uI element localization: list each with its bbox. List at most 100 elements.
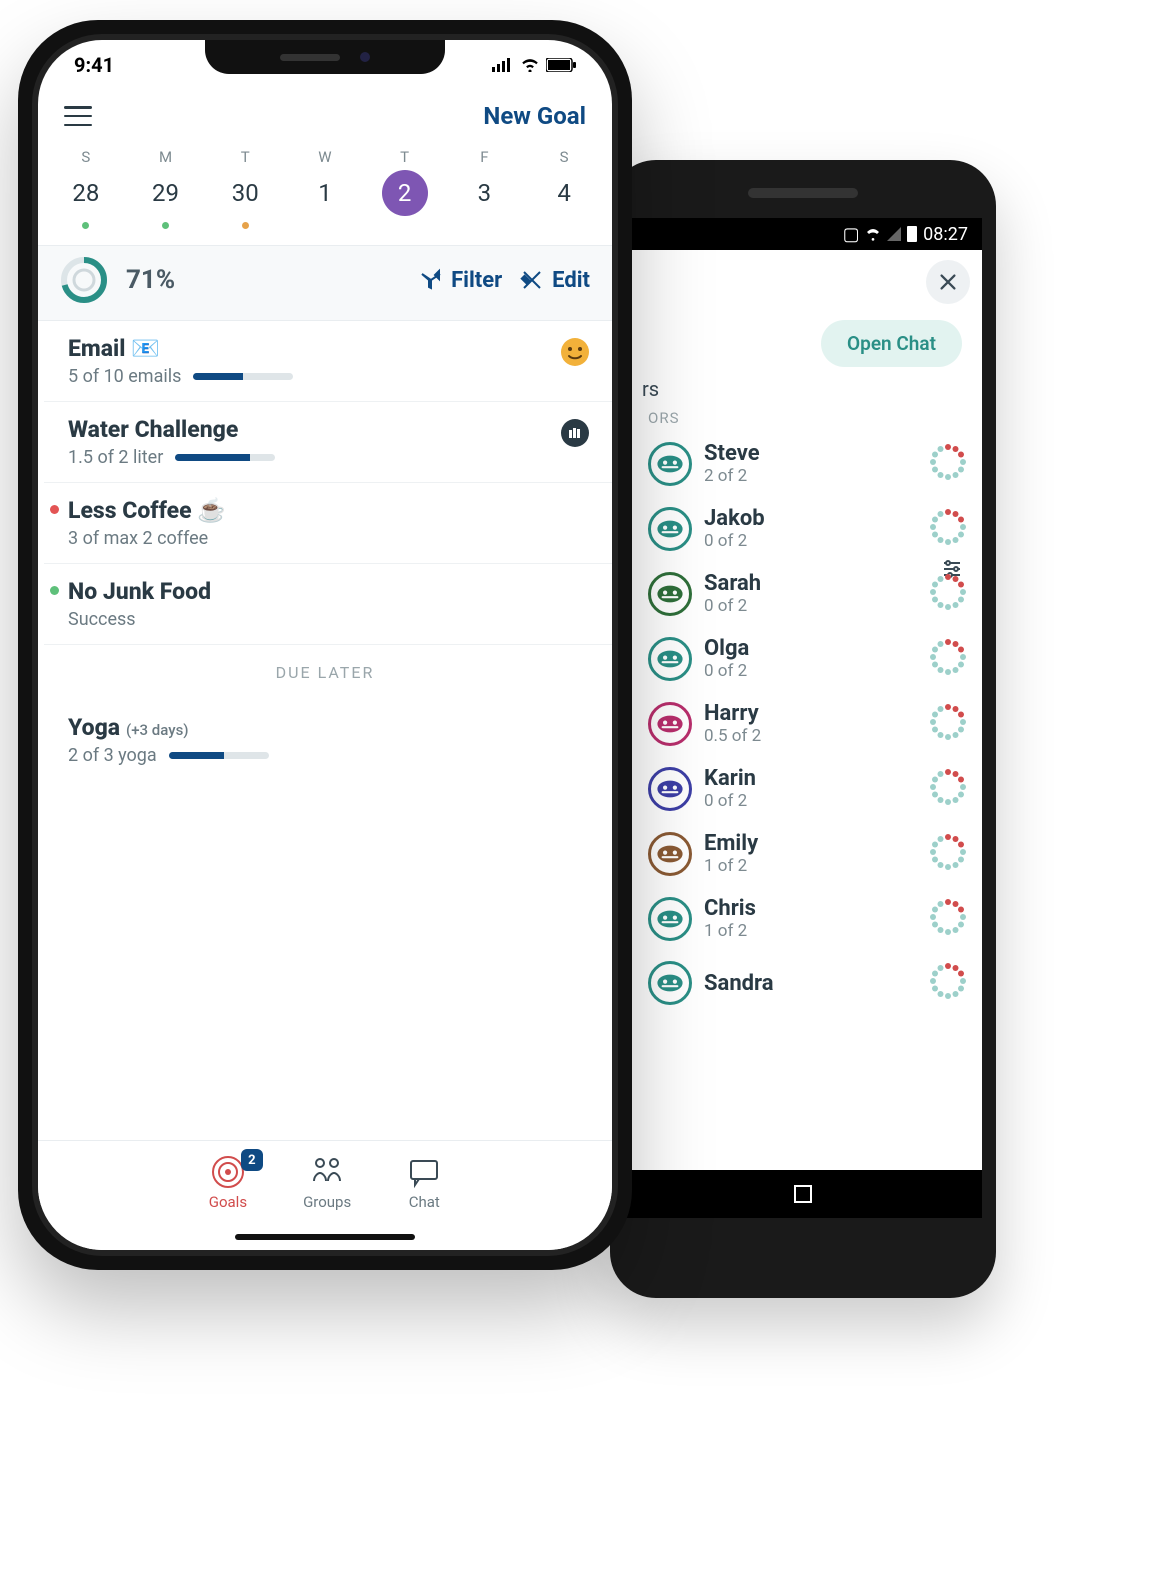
later-list: Yoga(+3 days) 2 of 3 yoga xyxy=(38,700,612,780)
member-name: Olga xyxy=(704,636,749,661)
member-name: Karin xyxy=(704,766,756,791)
section-header: ORS xyxy=(642,401,964,433)
status-dot xyxy=(50,424,59,433)
android-statusbar: ▢ 08:27 xyxy=(624,218,982,250)
progress-bar xyxy=(175,454,275,461)
avatar-icon xyxy=(648,897,692,941)
gauge-icon xyxy=(928,442,968,486)
member-name: Emily xyxy=(704,831,758,856)
gauge-icon xyxy=(928,767,968,811)
wifi-icon xyxy=(865,226,881,242)
avatar-icon xyxy=(648,832,692,876)
signal-icon xyxy=(887,227,901,241)
avatar-icon xyxy=(648,702,692,746)
menu-icon[interactable] xyxy=(64,106,92,126)
progress-percent: 71% xyxy=(126,265,401,295)
goal-sub: 2 of 3 yoga xyxy=(68,745,592,766)
goal-sub: 1.5 of 2 liter xyxy=(68,447,592,468)
home-indicator xyxy=(235,1234,415,1240)
groups-icon xyxy=(310,1155,344,1189)
fist-icon xyxy=(560,418,590,448)
member-name: Sandra xyxy=(704,971,774,996)
iphone-screen: 9:41 New Goal S28M29T30W1T2F3S4 71% Filt… xyxy=(38,40,612,1250)
member-row[interactable]: Olga0 of 2 xyxy=(642,628,964,693)
progress-bar xyxy=(169,752,269,759)
member-name: Sarah xyxy=(704,571,761,596)
android-overview-icon[interactable] xyxy=(794,1185,812,1203)
chat-icon xyxy=(407,1155,441,1189)
edit-button[interactable]: Edit xyxy=(520,268,590,293)
day-cell[interactable]: T2 xyxy=(373,148,437,229)
day-cell[interactable]: W1 xyxy=(293,148,357,229)
android-navbar xyxy=(624,1170,982,1218)
member-row[interactable]: Sandra xyxy=(642,953,964,1017)
avatar-icon xyxy=(648,961,692,1005)
progress-bar xyxy=(193,373,293,380)
member-name: Chris xyxy=(704,896,756,921)
member-name: Jakob xyxy=(704,506,765,531)
signal-icon xyxy=(492,53,514,77)
status-dot xyxy=(50,505,59,514)
week-strip: S28M29T30W1T2F3S4 xyxy=(38,144,612,245)
gauge-icon xyxy=(928,702,968,746)
goal-sub: 5 of 10 emails xyxy=(68,366,592,387)
member-name: Harry xyxy=(704,701,761,726)
goal-item[interactable]: Water Challenge 1.5 of 2 liter xyxy=(44,402,612,483)
day-cell[interactable]: S28 xyxy=(54,148,118,229)
member-sub: 2 of 2 xyxy=(704,466,760,486)
member-sub: 0.5 of 2 xyxy=(704,726,761,746)
gauge-icon xyxy=(928,507,968,551)
smile-icon xyxy=(560,337,590,367)
notch xyxy=(205,40,445,74)
goal-sub: 3 of max 2 coffee xyxy=(68,528,592,549)
member-row[interactable]: Steve2 of 2 xyxy=(642,433,964,498)
member-row[interactable]: Jakob0 of 2 xyxy=(642,498,964,563)
vibrate-icon: ▢ xyxy=(843,226,859,242)
gauge-icon xyxy=(928,961,968,1005)
goal-item[interactable]: Yoga(+3 days) 2 of 3 yoga xyxy=(44,700,612,780)
new-goal-button[interactable]: New Goal xyxy=(483,102,586,130)
avatar-icon xyxy=(648,442,692,486)
goal-title: Less Coffee ☕ xyxy=(68,497,592,524)
filter-button[interactable]: Filter xyxy=(419,268,502,293)
gauge-icon xyxy=(928,637,968,681)
member-name: Steve xyxy=(704,441,760,466)
status-time: 08:27 xyxy=(923,224,968,245)
wifi-icon xyxy=(520,53,540,77)
status-dot xyxy=(50,586,59,595)
goal-title: No Junk Food xyxy=(68,578,592,605)
gauge-icon xyxy=(928,832,968,876)
member-sub: 1 of 2 xyxy=(704,921,756,941)
goal-sub: Success xyxy=(68,609,592,630)
day-cell[interactable]: T30 xyxy=(213,148,277,229)
target-icon: 2 xyxy=(211,1155,245,1189)
avatar-icon xyxy=(648,637,692,681)
goal-item[interactable]: No Junk Food Success xyxy=(44,564,612,645)
android-screen: ▢ 08:27 Open Chat rs ORS Steve2 of 2Jako… xyxy=(624,218,982,1218)
member-row[interactable]: Sarah0 of 2 xyxy=(642,563,964,628)
ios-time: 9:41 xyxy=(74,53,114,77)
progress-ring-icon xyxy=(60,256,108,304)
android-phone-frame: ▢ 08:27 Open Chat rs ORS Steve2 of 2Jako… xyxy=(610,160,996,1298)
avatar-icon xyxy=(648,767,692,811)
member-sub: 0 of 2 xyxy=(704,531,765,551)
toolbar: 71% Filter Edit xyxy=(38,245,612,321)
member-sub: 0 of 2 xyxy=(704,791,756,811)
goal-title: Yoga(+3 days) xyxy=(68,714,592,741)
member-sub: 0 of 2 xyxy=(704,661,749,681)
day-cell[interactable]: S4 xyxy=(532,148,596,229)
member-row[interactable]: Karin0 of 2 xyxy=(642,758,964,823)
day-cell[interactable]: M29 xyxy=(134,148,198,229)
close-button[interactable] xyxy=(926,260,970,304)
gauge-icon xyxy=(928,572,968,616)
goal-item[interactable]: Email 📧5 of 10 emails xyxy=(44,321,612,402)
member-row[interactable]: Harry0.5 of 2 xyxy=(642,693,964,758)
day-cell[interactable]: F3 xyxy=(452,148,516,229)
member-row[interactable]: Chris1 of 2 xyxy=(642,888,964,953)
member-sub: 0 of 2 xyxy=(704,596,761,616)
member-row[interactable]: Emily1 of 2 xyxy=(642,823,964,888)
goal-item[interactable]: Less Coffee ☕ 3 of max 2 coffee xyxy=(44,483,612,564)
goal-title: Water Challenge xyxy=(68,416,592,443)
android-speaker xyxy=(748,188,858,198)
open-chat-button[interactable]: Open Chat xyxy=(821,320,962,367)
